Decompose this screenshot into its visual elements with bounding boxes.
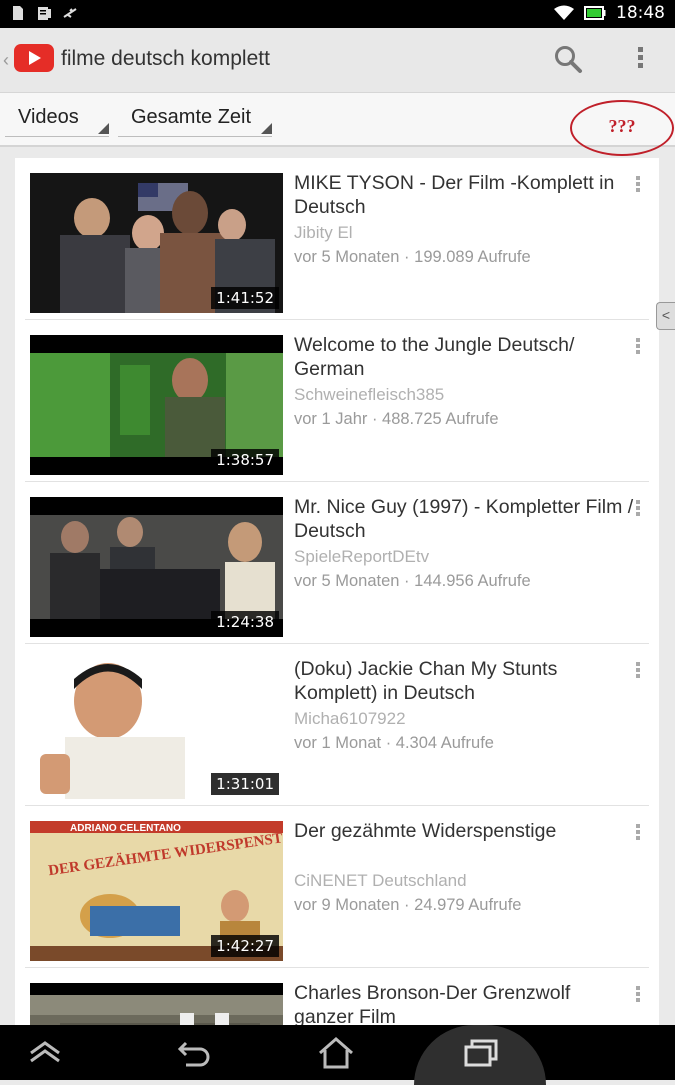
type-filter-label: Videos bbox=[18, 106, 79, 128]
search-query-title[interactable]: filme deutsch komplett bbox=[61, 47, 270, 71]
item-overflow-menu-icon[interactable] bbox=[632, 174, 644, 200]
video-thumbnail[interactable]: 1:24:38 bbox=[30, 497, 283, 637]
youtube-logo[interactable] bbox=[14, 44, 54, 72]
wifi-icon bbox=[554, 5, 574, 20]
item-overflow-menu-icon[interactable] bbox=[632, 984, 644, 1010]
notification-icons bbox=[10, 5, 78, 21]
video-duration: 1:42:27 bbox=[211, 935, 279, 957]
dropdown-triangle-icon bbox=[98, 123, 109, 134]
up-chevron-icon[interactable]: ‹ bbox=[3, 50, 9, 71]
item-overflow-menu-icon[interactable] bbox=[632, 822, 644, 848]
video-meta: vor 5 Monaten · 199.089 Aufrufe bbox=[294, 248, 531, 266]
app-bar: ‹ filme deutsch komplett bbox=[0, 28, 675, 93]
type-filter-dropdown[interactable]: Videos bbox=[5, 93, 109, 137]
video-list-item[interactable]: 1:24:38 Mr. Nice Guy (1997) - Kompletter… bbox=[15, 482, 659, 644]
video-meta: vor 9 Monaten · 24.979 Aufrufe bbox=[294, 896, 522, 914]
dropdown-triangle-icon bbox=[261, 123, 272, 134]
video-title[interactable]: Charles Bronson-Der Grenzwolf ganzer Fil… bbox=[294, 981, 634, 1029]
video-title[interactable]: MIKE TYSON - Der Film -Komplett in Deuts… bbox=[294, 171, 634, 219]
side-panel-pull-tab[interactable]: < bbox=[656, 302, 675, 330]
video-meta: vor 1 Monat · 4.304 Aufrufe bbox=[294, 734, 494, 752]
usb-icon bbox=[63, 8, 77, 18]
time-filter-label: Gesamte Zeit bbox=[131, 106, 252, 128]
video-list-item[interactable]: ADRIANO CELENTANO DER GEZÄHMTE WIDERSPEN… bbox=[15, 806, 659, 968]
channel-name[interactable]: Jibity El bbox=[294, 223, 353, 243]
channel-name[interactable]: CiNENET Deutschland bbox=[294, 871, 467, 891]
nav-up-icon[interactable] bbox=[25, 1033, 65, 1073]
search-icon[interactable] bbox=[551, 42, 585, 76]
video-meta: vor 5 Monaten · 144.956 Aufrufe bbox=[294, 572, 531, 590]
item-overflow-menu-icon[interactable] bbox=[632, 498, 644, 524]
video-title[interactable]: Welcome to the Jungle Deutsch/ German bbox=[294, 333, 634, 381]
video-thumbnail[interactable]: 1:41:52 bbox=[30, 173, 283, 313]
overflow-menu-icon[interactable] bbox=[630, 44, 650, 76]
video-duration: 1:38:57 bbox=[211, 449, 279, 471]
channel-name[interactable]: SpieleReportDEtv bbox=[294, 547, 429, 567]
video-title[interactable]: Der gezähmte Widerspenstige bbox=[294, 819, 634, 843]
channel-name[interactable]: Micha6107922 bbox=[294, 709, 406, 729]
video-title[interactable]: (Doku) Jackie Chan My Stunts Komplett) i… bbox=[294, 657, 634, 705]
annotation-text: ??? bbox=[608, 116, 636, 136]
recents-icon[interactable] bbox=[460, 1033, 500, 1073]
video-duration: 1:41:52 bbox=[211, 287, 279, 309]
battery-icon bbox=[584, 6, 606, 20]
channel-name[interactable]: Schweinefleisch385 bbox=[294, 385, 444, 405]
video-thumbnail[interactable]: 1:31:01 bbox=[30, 659, 283, 799]
item-overflow-menu-icon[interactable] bbox=[632, 336, 644, 362]
poster-actor-text: ADRIANO CELENTANO bbox=[70, 823, 181, 834]
sd-card-icon bbox=[13, 6, 23, 20]
video-list-item[interactable]: 1:31:01 (Doku) Jackie Chan My Stunts Kom… bbox=[15, 644, 659, 806]
video-duration: 1:31:01 bbox=[211, 773, 279, 795]
system-navigation-bar bbox=[0, 1025, 675, 1085]
video-thumbnail[interactable]: 1:38:57 bbox=[30, 335, 283, 475]
video-results-list: 1:41:52 MIKE TYSON - Der Film -Komplett … bbox=[15, 158, 659, 1038]
video-meta: vor 1 Jahr · 488.725 Aufrufe bbox=[294, 410, 499, 428]
clock: 18:48 bbox=[616, 3, 665, 23]
time-filter-dropdown[interactable]: Gesamte Zeit bbox=[118, 93, 272, 137]
video-list-item[interactable]: 1:41:52 MIKE TYSON - Der Film -Komplett … bbox=[15, 158, 659, 320]
back-icon[interactable] bbox=[174, 1033, 214, 1073]
video-duration: 1:24:38 bbox=[211, 611, 279, 633]
red-circle-annotation: ??? bbox=[570, 100, 674, 156]
video-title[interactable]: Mr. Nice Guy (1997) - Kompletter Film / … bbox=[294, 495, 634, 543]
video-list-item[interactable]: 1:38:57 Welcome to the Jungle Deutsch/ G… bbox=[15, 320, 659, 482]
video-thumbnail[interactable]: ADRIANO CELENTANO DER GEZÄHMTE WIDERSPEN… bbox=[30, 821, 283, 961]
clipboard-icon bbox=[38, 7, 51, 20]
item-overflow-menu-icon[interactable] bbox=[632, 660, 644, 686]
home-icon[interactable] bbox=[316, 1033, 356, 1073]
status-bar: 18:48 bbox=[0, 0, 675, 28]
system-indicators: 18:48 bbox=[554, 3, 665, 23]
